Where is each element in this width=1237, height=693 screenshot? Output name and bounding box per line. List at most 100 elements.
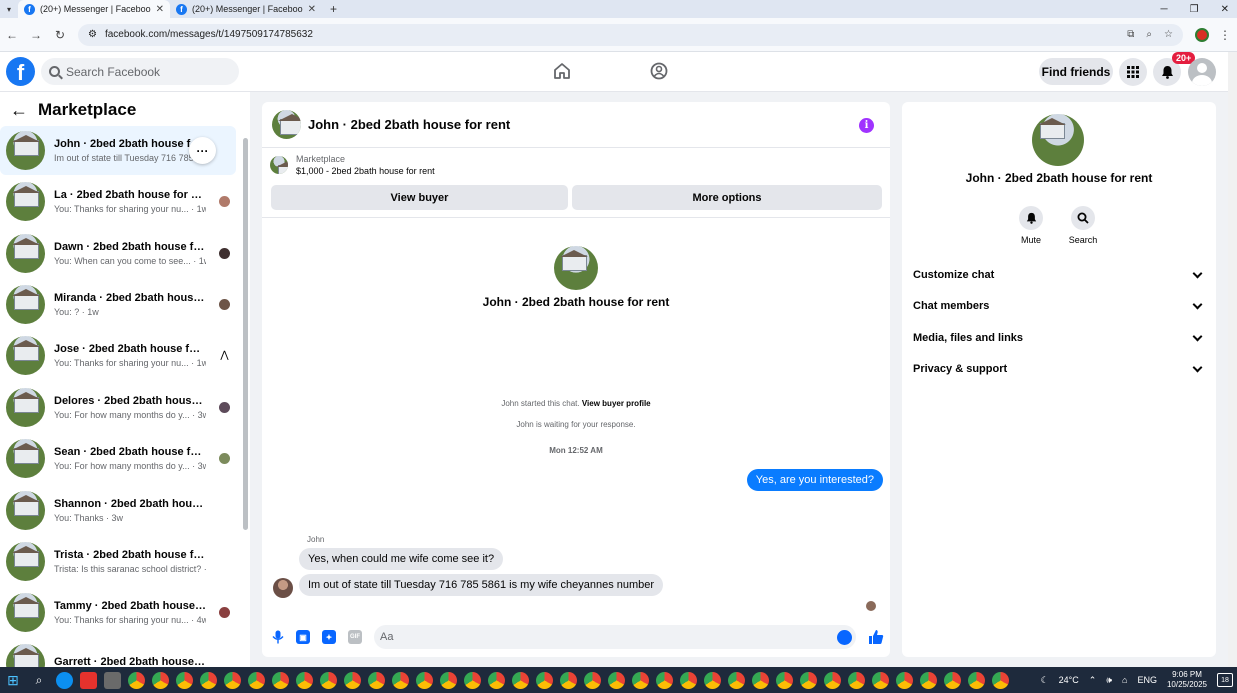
restore-icon[interactable]: ❐ (1190, 4, 1199, 15)
browser-tab-inactive[interactable]: f (20+) Messenger | Facebook ✕ (170, 0, 322, 18)
chrome-icon[interactable] (559, 671, 577, 689)
chrome-icon[interactable] (223, 671, 241, 689)
conversation-item[interactable]: Tammy · 2bed 2bath house for rent You: T… (0, 588, 236, 637)
back-arrow-icon[interactable]: ← (10, 100, 28, 121)
chrome-icon[interactable] (655, 671, 673, 689)
chrome-icon[interactable] (631, 671, 649, 689)
chrome-icon[interactable] (727, 671, 745, 689)
chat-members-section[interactable]: Chat members (913, 294, 1205, 318)
close-window-icon[interactable]: ✕ (1221, 4, 1229, 15)
back-icon[interactable]: ← (0, 28, 24, 42)
chrome-icon[interactable] (175, 671, 193, 689)
chrome-icon[interactable] (487, 671, 505, 689)
chrome-icon[interactable] (895, 671, 913, 689)
more-options-button[interactable]: More options (572, 185, 882, 210)
chrome-icon[interactable] (583, 671, 601, 689)
sender-avatar[interactable] (273, 578, 293, 598)
chrome-icon[interactable] (679, 671, 697, 689)
chrome-icon[interactable] (991, 671, 1009, 689)
conversation-item[interactable]: La · 2bed 2bath house for rent You: Than… (0, 177, 236, 226)
sidebar-scrollbar[interactable] (243, 138, 248, 530)
customize-chat-section[interactable]: Customize chat (913, 263, 1205, 287)
conversation-item[interactable]: Sean · 2bed 2bath house for rent You: Fo… (0, 434, 236, 483)
chrome-icon[interactable] (511, 671, 529, 689)
browser-profile-avatar[interactable] (1195, 27, 1209, 42)
chrome-icon[interactable] (127, 671, 145, 689)
thumbs-up-icon[interactable] (868, 629, 884, 645)
chat-title[interactable]: John · 2bed 2bath house for rent (308, 117, 510, 132)
weather-moon-icon[interactable]: ☾ (1041, 675, 1049, 686)
close-tab-icon[interactable]: ✕ (308, 4, 316, 15)
app-icon[interactable] (103, 671, 121, 689)
windows-start-icon[interactable]: ⊞ (0, 672, 26, 689)
gif-icon[interactable]: GIF (348, 630, 362, 644)
menu-grid-button[interactable] (1119, 58, 1147, 86)
conversation-item[interactable]: Miranda · 2bed 2bath house for rent You:… (0, 280, 236, 329)
chrome-icon[interactable] (415, 671, 433, 689)
mute-button[interactable]: Mute (1006, 206, 1056, 245)
chrome-icon[interactable] (199, 671, 217, 689)
chrome-icon[interactable] (775, 671, 793, 689)
reload-icon[interactable]: ↻ (48, 28, 72, 42)
close-tab-icon[interactable]: ✕ (156, 4, 164, 15)
page-scrollbar[interactable] (1228, 52, 1237, 667)
conversation-item[interactable]: Dawn · 2bed 2bath house for rent You: Wh… (0, 229, 236, 278)
chrome-icon[interactable] (463, 671, 481, 689)
groups-icon[interactable] (650, 62, 668, 80)
chrome-icon[interactable] (319, 671, 337, 689)
search-input[interactable]: Search Facebook (41, 58, 239, 85)
chrome-icon[interactable] (751, 671, 769, 689)
browser-menu-icon[interactable]: ⋮ (1219, 28, 1231, 42)
listing-banner[interactable]: Marketplace $1,000 - 2bed 2bath house fo… (270, 154, 435, 176)
chrome-icon[interactable] (439, 671, 457, 689)
minimize-icon[interactable]: ─ (1161, 4, 1168, 15)
chat-listing-avatar[interactable] (272, 110, 301, 139)
view-buyer-profile-link[interactable]: View buyer profile (582, 399, 651, 408)
info-icon[interactable]: i (859, 118, 874, 133)
install-app-icon[interactable]: ⧉ (1127, 29, 1134, 40)
privacy-support-section[interactable]: Privacy & support (913, 357, 1205, 381)
chrome-icon[interactable] (943, 671, 961, 689)
forward-icon[interactable]: → (24, 28, 48, 42)
taskbar-search-icon[interactable]: ⌕ (26, 673, 52, 688)
notification-center-icon[interactable]: 18 (1217, 673, 1233, 687)
facebook-logo-icon[interactable]: f (6, 57, 35, 86)
volume-icon[interactable]: 🕪 (1106, 675, 1112, 686)
chrome-icon[interactable] (703, 671, 721, 689)
new-tab-icon[interactable]: + (322, 2, 345, 16)
details-listing-avatar[interactable] (1032, 114, 1084, 166)
conversation-item[interactable]: Jose · 2bed 2bath house for rent You: Th… (0, 331, 236, 380)
chrome-icon[interactable] (343, 671, 361, 689)
language-indicator[interactable]: ENG (1137, 675, 1157, 685)
find-friends-button[interactable]: Find friends (1039, 58, 1113, 85)
chrome-icon[interactable] (967, 671, 985, 689)
browser-tab-active[interactable]: f (20+) Messenger | Facebook ✕ (18, 0, 170, 18)
url-text[interactable]: facebook.com/messages/t/1497509174785632 (105, 29, 1119, 40)
microphone-icon[interactable] (272, 630, 284, 644)
bookmark-star-icon[interactable]: ☆ (1164, 29, 1173, 40)
chrome-icon[interactable] (367, 671, 385, 689)
conversation-item[interactable]: Garrett · 2bed 2bath house for rent (0, 639, 236, 667)
emoji-icon[interactable] (837, 630, 852, 645)
conversation-item[interactable]: Trista · 2bed 2bath house for rent Trist… (0, 537, 236, 586)
conversation-item[interactable]: Shannon · 2bed 2bath house for rent You:… (0, 486, 236, 535)
home-icon[interactable] (553, 62, 571, 80)
edge-icon[interactable] (55, 671, 73, 689)
chrome-icon[interactable] (847, 671, 865, 689)
show-hidden-icons-icon[interactable]: ⌃ (1089, 675, 1097, 686)
chrome-icon[interactable] (823, 671, 841, 689)
conversation-options-button[interactable]: ··· (189, 137, 216, 164)
chrome-icon[interactable] (391, 671, 409, 689)
chrome-icon[interactable] (607, 671, 625, 689)
search-in-chat-button[interactable]: Search (1058, 206, 1108, 245)
tab-search-chevron-icon[interactable]: ▾ (0, 5, 18, 14)
chrome-icon[interactable] (871, 671, 889, 689)
chrome-icon[interactable] (535, 671, 553, 689)
conversation-item[interactable]: John · 2bed 2bath house for rent Im out … (0, 126, 236, 175)
office-app-icon[interactable] (79, 671, 97, 689)
outgoing-message[interactable]: Yes, are you interested? (746, 469, 883, 491)
temperature[interactable]: 24°C (1059, 675, 1079, 685)
media-files-links-section[interactable]: Media, files and links (913, 326, 1205, 350)
clock[interactable]: 9:06 PM 10/25/2025 (1167, 670, 1207, 690)
chrome-icon[interactable] (799, 671, 817, 689)
